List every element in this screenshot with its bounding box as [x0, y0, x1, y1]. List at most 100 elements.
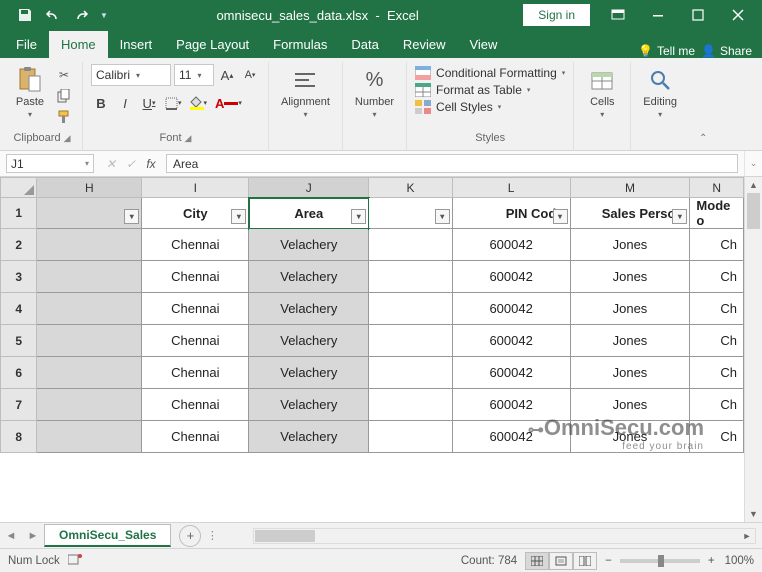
cell[interactable]: 600042 [452, 357, 570, 389]
cell[interactable]: Jones [570, 261, 690, 293]
cell[interactable]: 600042 [452, 261, 570, 293]
cell[interactable] [37, 389, 142, 421]
cell[interactable] [37, 357, 142, 389]
col-header[interactable]: L [452, 178, 570, 198]
cell[interactable]: Velachery [249, 357, 369, 389]
share-button[interactable]: 👤Share [701, 44, 752, 58]
name-box[interactable]: J1▾ [6, 154, 94, 173]
select-all-corner[interactable] [1, 178, 37, 198]
cell[interactable] [37, 229, 142, 261]
tab-data[interactable]: Data [339, 31, 390, 58]
cells-button[interactable]: Cells▾ [582, 64, 622, 121]
number-button[interactable]: %Number▾ [351, 64, 398, 121]
tab-review[interactable]: Review [391, 31, 458, 58]
row-header[interactable]: 1 [1, 198, 37, 229]
italic-button[interactable]: I [115, 93, 135, 113]
cut-icon[interactable]: ✂ [54, 66, 74, 84]
cell[interactable]: Ch [690, 293, 744, 325]
shrink-font-icon[interactable]: A▾ [240, 65, 260, 85]
filter-icon[interactable]: ▾ [435, 209, 450, 224]
cell[interactable]: Ch [690, 261, 744, 293]
cell[interactable]: City▾ [142, 198, 249, 229]
col-header[interactable]: J [249, 178, 369, 198]
tab-formulas[interactable]: Formulas [261, 31, 339, 58]
bold-button[interactable]: B [91, 93, 111, 113]
qat-dropdown-icon[interactable]: ▼ [96, 11, 112, 20]
scroll-thumb[interactable] [747, 193, 760, 229]
cell[interactable]: Chennai [142, 261, 249, 293]
border-icon[interactable]: ▾ [163, 93, 184, 113]
cell[interactable]: Mode o [690, 198, 744, 229]
row-header[interactable]: 4 [1, 293, 37, 325]
fx-icon[interactable]: fx [142, 157, 160, 171]
cell[interactable]: ▾ [37, 198, 142, 229]
grow-font-icon[interactable]: A▴ [217, 65, 237, 85]
zoom-control[interactable]: − + 100% [605, 555, 754, 567]
scroll-down-icon[interactable]: ▼ [745, 506, 762, 522]
view-normal-icon[interactable] [525, 552, 549, 570]
cell[interactable] [37, 261, 142, 293]
save-icon[interactable] [12, 3, 38, 27]
filter-icon[interactable]: ▾ [124, 209, 139, 224]
tab-file[interactable]: File [4, 31, 49, 58]
cell[interactable]: Jones [570, 293, 690, 325]
scroll-up-icon[interactable]: ▲ [745, 177, 762, 193]
tab-insert[interactable]: Insert [108, 31, 165, 58]
cell[interactable] [37, 421, 142, 453]
alignment-button[interactable]: Alignment▾ [277, 64, 334, 121]
cancel-icon[interactable]: ✕ [102, 157, 120, 171]
col-header[interactable]: M [570, 178, 690, 198]
font-name-select[interactable]: Calibri▾ [91, 64, 171, 86]
cell[interactable]: Chennai [142, 389, 249, 421]
spreadsheet-grid[interactable]: H I J K L M N 1 ▾ City▾ Area▾ ▾ PIN Code… [0, 177, 744, 453]
editing-button[interactable]: Editing▾ [639, 64, 681, 121]
row-header[interactable]: 8 [1, 421, 37, 453]
formula-bar[interactable]: Area [166, 154, 738, 173]
filter-icon[interactable]: ▾ [672, 209, 687, 224]
cell[interactable]: Jones [570, 229, 690, 261]
cell[interactable]: Jones [570, 421, 690, 453]
cell[interactable]: PIN Code▾ [452, 198, 570, 229]
cell[interactable]: Chennai [142, 357, 249, 389]
vertical-scrollbar[interactable]: ▲ ▼ [744, 177, 762, 522]
view-page-break-icon[interactable] [573, 552, 597, 570]
cell[interactable]: Ch [690, 325, 744, 357]
filter-icon[interactable]: ▾ [231, 209, 246, 224]
zoom-out-icon[interactable]: − [605, 555, 612, 567]
cell[interactable]: Ch [690, 229, 744, 261]
row-header[interactable]: 6 [1, 357, 37, 389]
prev-sheet-icon[interactable]: ◄ [0, 530, 22, 542]
cell[interactable]: Chennai [142, 229, 249, 261]
scroll-right-icon[interactable]: ► [739, 529, 755, 543]
col-header[interactable]: K [369, 178, 453, 198]
col-header[interactable]: N [690, 178, 744, 198]
macro-record-icon[interactable] [68, 553, 82, 568]
tab-home[interactable]: Home [49, 31, 108, 58]
tellme-search[interactable]: 💡Tell me [638, 44, 695, 58]
tab-page-layout[interactable]: Page Layout [164, 31, 261, 58]
formula-expand-icon[interactable]: ⌄ [744, 151, 762, 176]
maximize-icon[interactable] [678, 1, 718, 29]
cell[interactable] [37, 293, 142, 325]
cell[interactable]: Velachery [249, 293, 369, 325]
underline-button[interactable]: U▾ [139, 93, 159, 113]
cell[interactable]: Velachery [249, 229, 369, 261]
cell[interactable]: Chennai [142, 421, 249, 453]
cell[interactable] [369, 293, 453, 325]
zoom-in-icon[interactable]: + [708, 555, 715, 567]
cell[interactable] [369, 261, 453, 293]
cell[interactable]: Jones [570, 357, 690, 389]
cell[interactable]: 600042 [452, 293, 570, 325]
row-header[interactable]: 2 [1, 229, 37, 261]
scroll-thumb[interactable] [255, 530, 315, 542]
cell[interactable] [369, 229, 453, 261]
cell[interactable]: 600042 [452, 325, 570, 357]
cell[interactable] [369, 325, 453, 357]
format-painter-icon[interactable] [54, 108, 74, 126]
ribbon-options-icon[interactable] [598, 1, 638, 29]
cell[interactable] [369, 421, 453, 453]
cell-styles-button[interactable]: Cell Styles▾ [415, 100, 501, 114]
paste-button[interactable]: Paste▾ [10, 64, 50, 121]
cell[interactable]: Sales Person▾ [570, 198, 690, 229]
new-sheet-button[interactable]: + [179, 525, 201, 547]
